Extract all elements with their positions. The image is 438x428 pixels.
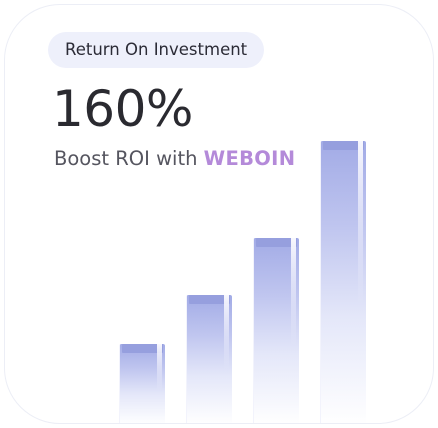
- roi-bar-3: [253, 238, 299, 423]
- roi-bar-1: [119, 343, 165, 423]
- brand-name: WEBOIN: [203, 147, 296, 170]
- roi-bar-4: [320, 141, 366, 423]
- roi-bar-highlight: [224, 295, 229, 371]
- roi-bar-highlight: [358, 141, 363, 306]
- roi-bar-highlight: [291, 238, 296, 347]
- roi-bar-2: [186, 295, 232, 423]
- roi-label-pill: Return On Investment: [48, 32, 265, 68]
- roi-bar-highlight: [157, 343, 162, 391]
- subtitle-prefix: Boost ROI with: [54, 147, 204, 170]
- roi-percentage-value: 160%: [52, 80, 193, 138]
- roi-card: Return On Investment 160% Boost ROI with…: [4, 4, 434, 424]
- roi-subtitle: Boost ROI with WEBOIN: [54, 146, 295, 172]
